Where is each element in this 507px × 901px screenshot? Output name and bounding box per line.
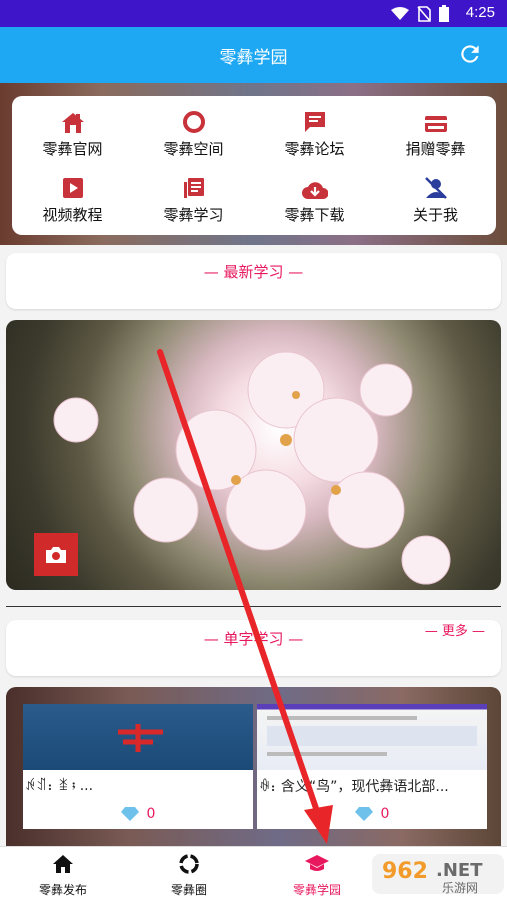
camera-button[interactable]	[34, 533, 78, 576]
view-count-value: 0	[380, 806, 390, 822]
blossom-image	[53, 351, 451, 585]
nav-circle[interactable]: 零彝圈	[134, 853, 244, 898]
latest-study-title: — 最新学习 —	[203, 263, 304, 281]
loading-circle-icon	[179, 854, 199, 874]
nav-academy[interactable]: 零彝学园	[262, 853, 372, 898]
status-icons	[391, 5, 449, 22]
word-thumbnail	[23, 704, 253, 770]
wifi-icon	[391, 6, 409, 20]
status-bar: 4:25	[0, 0, 507, 27]
svg-text:乐游网: 乐游网	[442, 881, 478, 895]
diamond-icon	[120, 807, 139, 821]
app-bar: 零彝学园	[0, 27, 507, 83]
book-icon	[183, 178, 204, 198]
word-card-area: ꉌꀊ：ꁧ；... 0 ꊿ：含义“鸟”，现代彝语北部... 0	[6, 687, 501, 847]
view-count-value: 0	[146, 806, 156, 822]
svg-text:.NET: .NET	[436, 860, 483, 881]
person-off-icon	[424, 177, 447, 199]
refresh-icon[interactable]	[457, 41, 483, 67]
menu-label: 零彝论坛	[284, 140, 345, 158]
cloud-download-icon	[301, 182, 328, 199]
single-study-card: — 单字学习 — — 更多 —	[6, 620, 501, 676]
menu-label: 零彝下载	[284, 206, 345, 224]
circle-icon	[182, 111, 205, 133]
menu-item-forum[interactable]: 零彝论坛	[254, 108, 375, 164]
menu-item-space[interactable]: 零彝空间	[133, 108, 254, 164]
menu-label: 捐赠零彝	[405, 140, 466, 158]
latest-study-card: — 最新学习 —	[6, 253, 501, 309]
no-sim-icon	[417, 5, 431, 22]
view-count: 0	[257, 806, 487, 822]
more-link[interactable]: — 更多 —	[425, 620, 485, 639]
menu-item-download[interactable]: 零彝下载	[254, 174, 375, 230]
menu-label: 零彝空间	[163, 140, 224, 158]
status-time: 4:25	[465, 4, 495, 21]
screenshot-thumbnail	[267, 716, 477, 756]
home-icon	[53, 855, 73, 873]
card-icon	[424, 116, 447, 132]
featured-photo[interactable]	[6, 320, 501, 590]
menu-label: 零彝学习	[163, 206, 224, 224]
yi-glyph-image	[118, 724, 163, 752]
battery-icon	[439, 5, 449, 22]
nav-label: 零彝圈	[170, 883, 207, 897]
word-thumbnail	[257, 704, 487, 770]
menu-label: 零彝官网	[42, 140, 103, 158]
graduation-cap-icon	[305, 855, 329, 871]
word-text: ꉌꀊ：ꁧ；...	[25, 778, 94, 794]
menu-label: 关于我	[412, 206, 458, 224]
word-text: ꊿ：含义“鸟”，现代彝语北部...	[259, 779, 449, 795]
nav-publish[interactable]: 零彝发布	[8, 853, 118, 898]
menu-item-study[interactable]: 零彝学习	[133, 174, 254, 230]
home-icon	[61, 113, 84, 133]
video-icon	[62, 178, 83, 198]
word-card[interactable]: ꊿ：含义“鸟”，现代彝语北部... 0	[257, 704, 487, 829]
watermark-logo: 962 .NET 乐游网	[372, 854, 504, 895]
menu-item-about[interactable]: 关于我	[375, 174, 496, 230]
divider	[6, 606, 501, 607]
word-card[interactable]: ꉌꀊ：ꁧ；... 0	[23, 704, 253, 829]
menu-label: 视频教程	[42, 206, 103, 224]
chat-icon	[304, 112, 325, 132]
menu-item-donate[interactable]: 捐赠零彝	[375, 108, 496, 164]
menu-item-video[interactable]: 视频教程	[12, 174, 133, 230]
nav-label: 零彝发布	[38, 883, 87, 897]
camera-icon	[46, 546, 66, 563]
diamond-icon	[354, 807, 373, 821]
view-count: 0	[23, 806, 253, 822]
svg-text:962: 962	[382, 859, 428, 884]
menu-item-official-site[interactable]: 零彝官网	[12, 108, 133, 164]
quick-menu: 零彝官网 零彝空间 零彝论坛 捐赠零彝 视频教程 零彝学习 零彝下载 关于我	[12, 96, 496, 235]
page-title: 零彝学园	[219, 48, 288, 68]
nav-label: 零彝学园	[292, 883, 341, 897]
